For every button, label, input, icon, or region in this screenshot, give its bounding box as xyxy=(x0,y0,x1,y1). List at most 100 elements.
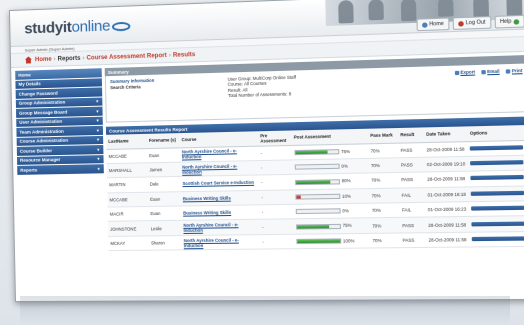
cell-pass-mark: 70% xyxy=(370,232,401,249)
summary-title: Summary Information xyxy=(110,77,155,85)
cell-result: PASS xyxy=(399,217,427,233)
course-link[interactable]: North Ayrshire Council - e-Induction xyxy=(184,237,239,248)
help-icon xyxy=(513,18,520,25)
score-bar-fill xyxy=(296,224,329,229)
score-bar xyxy=(294,178,340,185)
cell-date-taken: 01-Oct-2009 16:18 xyxy=(425,186,470,203)
col-forename[interactable]: Forename (s) xyxy=(146,133,180,149)
chevron-down-icon: ▼ xyxy=(96,156,101,162)
col-lastname[interactable]: LastName xyxy=(106,133,147,149)
print-link[interactable]: Print xyxy=(506,68,523,74)
cell-result: PASS xyxy=(398,157,425,173)
main-content: Summary Summary Information Search Crite… xyxy=(104,54,524,251)
score-percent: 75% xyxy=(340,148,351,154)
cell-lastname: MCKAY xyxy=(108,235,150,251)
cell-date-taken: 28-Oct-2009 11:58 xyxy=(424,141,469,158)
breadcrumb-course-report[interactable]: Course Assessment Report xyxy=(86,52,166,61)
course-link[interactable]: Scottish Court Service e-Induction xyxy=(182,180,254,186)
cell-options: - xyxy=(469,200,524,217)
options-button[interactable] xyxy=(471,190,524,196)
options-button[interactable] xyxy=(471,221,524,227)
results-table: LastName Forename (s) Course Pre Assessm… xyxy=(106,124,524,251)
cell-post-assessment: 10% xyxy=(292,188,370,205)
score-bar-fill xyxy=(296,195,301,199)
logo[interactable]: studyitonline xyxy=(24,17,131,38)
options-button[interactable] xyxy=(470,175,524,181)
export-icon xyxy=(454,70,460,75)
cell-options: - xyxy=(468,185,524,202)
sidebar: Home My Details Change Password Group Ad… xyxy=(15,68,104,175)
course-link[interactable]: Business Writing Skills xyxy=(183,210,231,216)
score-bar xyxy=(295,238,341,245)
breadcrumb-home[interactable]: Home xyxy=(35,56,52,63)
course-link[interactable]: Business Writing Skills xyxy=(183,195,231,201)
course-link[interactable]: North Ayrshire Council - e-Induction xyxy=(182,148,237,159)
options-button[interactable] xyxy=(470,144,524,151)
score-bar xyxy=(294,163,340,170)
sidebar-item-course-builder[interactable]: Course Builder ▼ xyxy=(16,144,104,156)
cell-lastname: MCCABE xyxy=(106,148,148,164)
chevron-down-icon: ▼ xyxy=(95,108,100,114)
breadcrumb-reports[interactable]: Reports xyxy=(58,55,81,62)
cell-lastname: MARTIN xyxy=(107,177,148,193)
cell-pre-assessment: - xyxy=(259,189,294,205)
score-percent: 75% xyxy=(342,223,352,229)
app-window: studyitonline Home Log Out Help Super Ad… xyxy=(8,0,524,303)
course-link[interactable]: North Ayrshire Council - e-Induction xyxy=(182,163,237,174)
search-criteria-label: Search Criteria xyxy=(110,84,141,91)
chevron-down-icon: ▼ xyxy=(96,166,101,172)
options-button[interactable] xyxy=(471,205,524,211)
col-post-assessment[interactable]: Post Assessment xyxy=(291,128,369,145)
logout-icon xyxy=(458,20,464,27)
cell-pass-mark: 70% xyxy=(369,187,400,204)
home-button[interactable]: Home xyxy=(415,17,450,32)
cell-post-assessment: 75% xyxy=(291,143,369,160)
col-pre-assessment[interactable]: Pre Assessment xyxy=(257,130,292,146)
cell-pass-mark: 70% xyxy=(369,217,401,234)
cell-lastname: MARSHALL xyxy=(106,162,148,179)
cell-post-assessment: 100% xyxy=(293,233,371,249)
results-body: MCCABE Euan North Ayrshire Council - e-Ind… xyxy=(106,139,524,251)
cell-forename: Sharon xyxy=(148,235,182,251)
score-bar xyxy=(295,223,341,230)
sidebar-item-reports[interactable]: Reports ▼ xyxy=(17,164,104,175)
cell-options: - xyxy=(469,231,524,248)
cell-options: - xyxy=(468,170,524,187)
chevron-down-icon: ▼ xyxy=(96,146,101,152)
person-photo xyxy=(368,0,384,21)
options-button[interactable] xyxy=(470,160,524,166)
score-percent: 0% xyxy=(341,163,348,169)
col-pass-mark[interactable]: Pass Mark xyxy=(367,128,399,144)
reflection xyxy=(20,296,510,324)
chevron-down-icon: ▼ xyxy=(96,137,101,143)
cell-pre-assessment: - xyxy=(259,219,294,235)
cell-options: - xyxy=(467,139,524,157)
col-result[interactable]: Result xyxy=(397,127,425,143)
col-options: Options xyxy=(467,124,524,142)
email-icon xyxy=(481,69,487,74)
cell-pre-assessment: - xyxy=(260,234,295,250)
cell-date-taken: 01-Oct-2009 16:23 xyxy=(425,201,470,218)
cell-result: PASS xyxy=(400,232,427,248)
cell-forename: James xyxy=(147,162,181,178)
cell-options: - xyxy=(469,216,524,233)
export-link[interactable]: Export xyxy=(454,69,475,75)
chevron-down-icon: ▼ xyxy=(95,118,100,124)
chevron-down-icon: ▼ xyxy=(95,127,100,133)
email-link[interactable]: Email xyxy=(481,69,500,75)
help-button[interactable]: Help xyxy=(494,14,524,29)
cell-date-taken: 28-Oct-2009 11:58 xyxy=(425,216,470,233)
col-date-taken[interactable]: Date Taken xyxy=(423,126,468,143)
options-button[interactable] xyxy=(472,236,524,242)
cell-result: PASS xyxy=(398,142,425,158)
cell-lastname: MCCABE xyxy=(107,191,149,208)
course-link[interactable]: North Ayrshire Council - e-Induction xyxy=(183,222,238,233)
score-bar xyxy=(294,149,339,156)
score-bar xyxy=(295,208,341,215)
score-percent: 80% xyxy=(341,178,351,184)
cell-lastname: MACIR xyxy=(107,206,149,222)
cell-pass-mark: 70% xyxy=(368,157,399,174)
logout-button[interactable]: Log Out xyxy=(452,16,492,30)
cell-pass-mark: 70% xyxy=(368,142,399,159)
sidebar-item-resource-manager[interactable]: Resource Manager ▼ xyxy=(16,154,104,165)
